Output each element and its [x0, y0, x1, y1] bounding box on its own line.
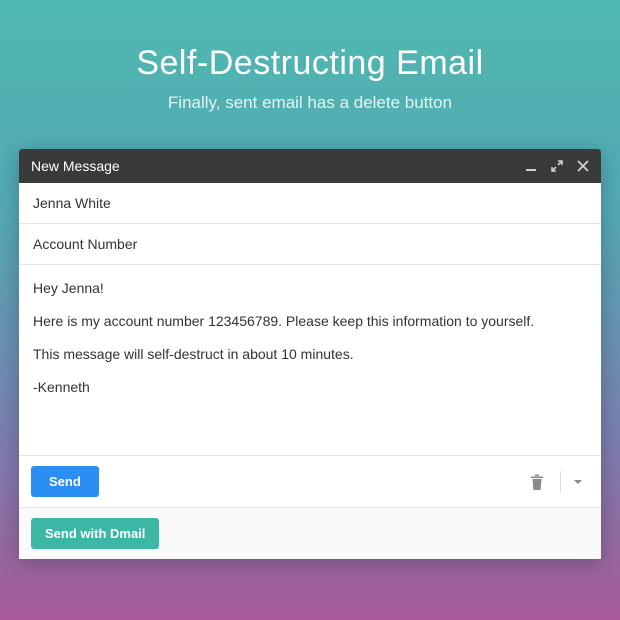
send-button[interactable]: Send [31, 466, 99, 497]
message-body[interactable]: Hey Jenna! Here is my account number 123… [19, 265, 601, 455]
dmail-toolbar: Send with Dmail [19, 507, 601, 559]
minimize-icon[interactable] [525, 160, 537, 172]
close-icon[interactable] [577, 160, 589, 172]
compose-toolbar: Send [19, 455, 601, 507]
hero-title: Self-Destructing Email [136, 44, 483, 83]
body-greeting: Hey Jenna! [33, 279, 587, 298]
toolbar-divider [560, 471, 561, 493]
compose-title: New Message [31, 158, 511, 174]
hero-subtitle: Finally, sent email has a delete button [168, 93, 452, 113]
to-field[interactable]: Jenna White [19, 183, 601, 224]
more-options-icon[interactable] [567, 473, 589, 491]
body-signoff: -Kenneth [33, 378, 587, 397]
body-line: Here is my account number 123456789. Ple… [33, 312, 587, 331]
subject-field[interactable]: Account Number [19, 224, 601, 265]
trash-icon[interactable] [526, 470, 548, 494]
body-line: This message will self-destruct in about… [33, 345, 587, 364]
expand-icon[interactable] [551, 160, 563, 172]
send-with-dmail-button[interactable]: Send with Dmail [31, 518, 159, 549]
compose-window: New Message Jenna White Account Number H… [19, 149, 601, 559]
compose-header: New Message [19, 149, 601, 183]
